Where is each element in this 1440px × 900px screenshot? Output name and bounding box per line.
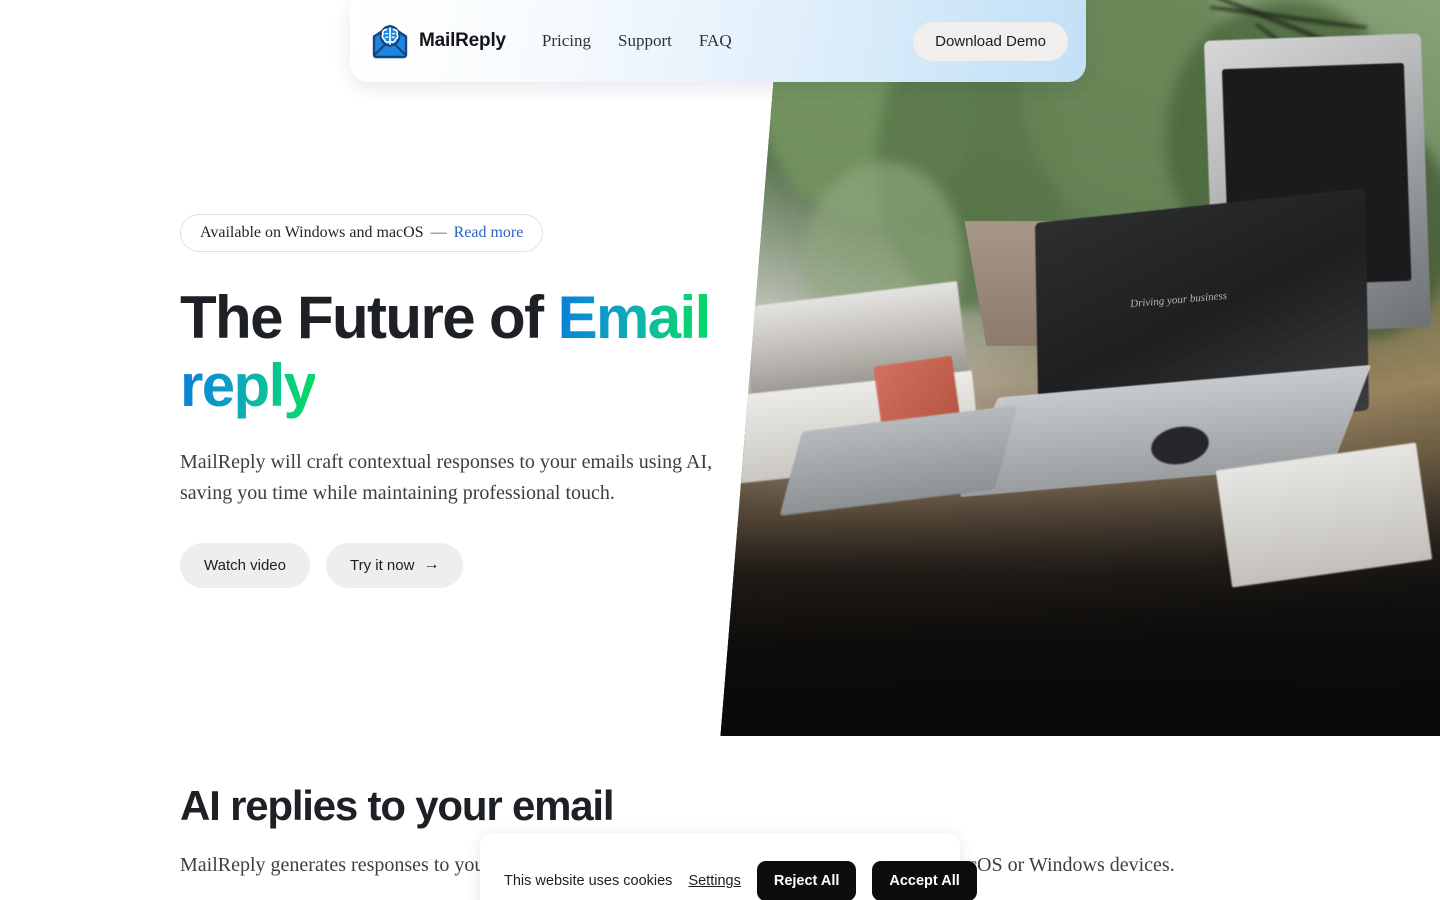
headline-plain: The Future of xyxy=(180,284,558,351)
headline-gradient-reply: reply xyxy=(180,352,317,420)
watch-video-button[interactable]: Watch video xyxy=(180,542,310,588)
hero-image: Driving your business xyxy=(720,0,1440,736)
landing-page: Driving your business MailReply Pricing … xyxy=(0,0,1440,900)
accept-all-button[interactable]: Accept All xyxy=(872,861,977,900)
hero-subcopy: MailReply will craft contextual response… xyxy=(180,450,713,504)
read-more-link[interactable]: Read more xyxy=(454,224,524,242)
cookie-message: This website uses cookies xyxy=(504,873,673,889)
top-navbar: MailReply Pricing Support FAQ Download D… xyxy=(350,0,1086,82)
nav-links: Pricing Support FAQ xyxy=(542,31,732,51)
cookie-consent-banner: This website uses cookies Settings Rejec… xyxy=(480,833,977,900)
hero-headline: The Future of Email reply xyxy=(180,284,740,421)
nav-link-pricing[interactable]: Pricing xyxy=(542,31,591,51)
hero-photo: Driving your business xyxy=(720,0,1440,736)
availability-text: Available on Windows and macOS xyxy=(200,224,424,241)
reject-all-button[interactable]: Reject All xyxy=(756,861,857,900)
availability-badge[interactable]: Available on Windows and macOS — Read mo… xyxy=(180,214,544,252)
try-it-now-button[interactable]: Try it now → xyxy=(325,542,464,588)
hero-content: Available on Windows and macOS — Read mo… xyxy=(180,214,740,588)
envelope-brain-icon xyxy=(372,24,408,59)
brand-logo[interactable]: MailReply xyxy=(372,23,506,59)
nav-link-faq[interactable]: FAQ xyxy=(699,31,732,51)
nav-link-support[interactable]: Support xyxy=(618,31,672,51)
try-it-now-label: Try it now xyxy=(349,556,415,574)
brand-name: MailReply xyxy=(419,30,506,51)
section-title: AI replies to your email xyxy=(180,782,615,829)
download-demo-button[interactable]: Download Demo xyxy=(913,21,1068,61)
headline-gradient-email: Email xyxy=(557,284,712,351)
arrow-right-icon: → xyxy=(423,556,440,574)
badge-separator: — xyxy=(430,224,447,241)
hero-cta-row: Watch video Try it now → xyxy=(180,542,740,588)
cookie-settings-link[interactable]: Settings xyxy=(688,873,740,889)
